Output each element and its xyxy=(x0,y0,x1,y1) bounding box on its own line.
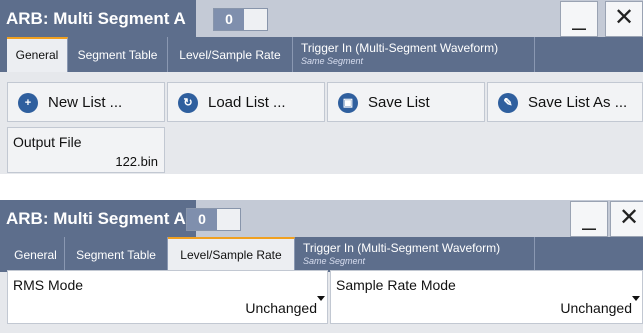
level-sample-rate-tab-panel: ARB: Multi Segment A 0 _ ✕ General Segme… xyxy=(0,200,643,333)
tab-bar: General Segment Table Level/Sample Rate … xyxy=(0,237,643,272)
close-button[interactable]: ✕ xyxy=(605,1,643,37)
rms-mode-value: Unchanged xyxy=(245,300,317,316)
tab-trigger-in-label: Trigger In (Multi-Segment Waveform) xyxy=(303,241,501,255)
tab-trigger-in-sublabel: Same Segment xyxy=(303,256,366,266)
tab-level-sample-rate[interactable]: Level/Sample Rate xyxy=(168,37,293,72)
save-list-as-button[interactable]: ✎ Save List As ... xyxy=(487,82,643,122)
tab-trigger-in-sublabel: Same Segment xyxy=(301,56,364,66)
tab-level-sample-rate-label: Level/Sample Rate xyxy=(180,248,282,262)
dialog-title: ARB: Multi Segment A xyxy=(0,0,196,37)
tab-general-label: General xyxy=(15,48,59,62)
tab-level-sample-rate-label: Level/Sample Rate xyxy=(179,48,281,62)
segment-counter-value: 0 xyxy=(214,9,244,30)
tab-general[interactable]: General xyxy=(7,237,65,272)
new-list-button[interactable]: + New List ... xyxy=(7,82,165,122)
save-list-label: Save List xyxy=(368,94,430,111)
sample-rate-mode-value: Unchanged xyxy=(560,300,632,316)
dropdown-arrow-icon xyxy=(317,296,325,301)
save-list-as-label: Save List As ... xyxy=(528,94,628,111)
minimize-button[interactable]: _ xyxy=(560,1,598,37)
general-tab-panel: ARB: Multi Segment A 0 _ ✕ General Segme… xyxy=(0,0,643,174)
tab-trigger-in[interactable]: Trigger In (Multi-Segment Waveform) Same… xyxy=(293,37,535,72)
title-bar: ARB: Multi Segment A 0 _ ✕ xyxy=(0,0,643,37)
save-list-icon: ▣ xyxy=(338,93,358,113)
tab-segment-table-label: Segment Table xyxy=(76,248,156,262)
minimize-button[interactable]: _ xyxy=(570,201,608,237)
new-list-icon: + xyxy=(18,93,38,113)
tab-trigger-in[interactable]: Trigger In (Multi-Segment Waveform) Same… xyxy=(295,237,535,272)
tab-general[interactable]: General xyxy=(7,37,68,72)
load-list-icon: ↻ xyxy=(178,93,198,113)
output-file-label: Output File xyxy=(13,134,82,150)
title-bar: ARB: Multi Segment A 0 _ ✕ xyxy=(0,200,643,237)
rms-mode-label: RMS Mode xyxy=(13,277,84,293)
dialog-title: ARB: Multi Segment A xyxy=(0,200,196,237)
save-list-button[interactable]: ▣ Save List xyxy=(327,82,485,122)
close-button[interactable]: ✕ xyxy=(610,201,643,237)
save-list-as-icon: ✎ xyxy=(498,93,518,113)
dropdown-arrow-icon xyxy=(632,296,640,301)
load-list-label: Load List ... xyxy=(208,94,286,111)
tab-level-sample-rate[interactable]: Level/Sample Rate xyxy=(168,237,295,272)
tab-general-label: General xyxy=(14,248,57,262)
tab-segment-table[interactable]: Segment Table xyxy=(68,37,168,72)
output-file-field[interactable]: Output File 122.bin xyxy=(7,127,165,173)
load-list-button[interactable]: ↻ Load List ... xyxy=(167,82,325,122)
rms-mode-select[interactable]: RMS Mode Unchanged xyxy=(7,270,328,324)
sample-rate-mode-label: Sample Rate Mode xyxy=(336,277,456,293)
sample-rate-mode-select[interactable]: Sample Rate Mode Unchanged xyxy=(330,270,643,324)
tab-segment-table-label: Segment Table xyxy=(77,48,158,62)
tab-segment-table[interactable]: Segment Table xyxy=(65,237,168,272)
segment-counter-value: 0 xyxy=(187,209,217,230)
new-list-label: New List ... xyxy=(48,94,123,111)
segment-counter[interactable]: 0 xyxy=(213,8,268,31)
segment-counter[interactable]: 0 xyxy=(186,208,241,231)
output-file-value: 122.bin xyxy=(115,154,158,169)
tab-trigger-in-label: Trigger In (Multi-Segment Waveform) xyxy=(301,41,499,55)
tab-bar: General Segment Table Level/Sample Rate … xyxy=(0,37,643,72)
